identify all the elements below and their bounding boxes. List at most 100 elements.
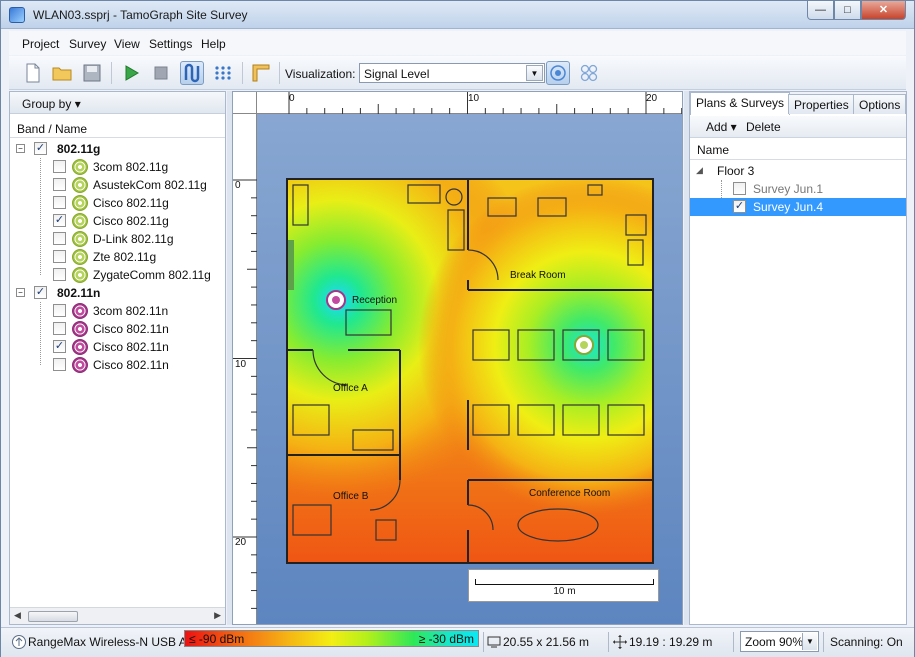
ap-checkbox[interactable] xyxy=(53,178,66,191)
scroll-left-icon[interactable]: ◀ xyxy=(14,610,21,621)
menu-help[interactable]: Help xyxy=(201,37,226,51)
access-point-marker-icon[interactable] xyxy=(574,335,594,355)
map-canvas[interactable]: 0 10 20 0 10 20 Reception Break Room Off… xyxy=(232,91,683,625)
ap-checkbox[interactable] xyxy=(53,196,66,209)
chevron-down-icon[interactable]: ▼ xyxy=(802,633,817,650)
ap-checkbox[interactable] xyxy=(53,304,66,317)
tree-connector xyxy=(40,302,41,365)
tree-item-ap[interactable]: Cisco 802.11n xyxy=(10,320,225,338)
column-header-label: Band / Name xyxy=(17,122,88,136)
window-title: WLAN03.ssprj - TamoGraph Site Survey xyxy=(33,8,248,22)
calibrate-button[interactable] xyxy=(249,61,273,85)
room-label-break-room: Break Room xyxy=(510,270,566,281)
continuous-survey-button[interactable] xyxy=(180,61,204,85)
toolbar-separator xyxy=(242,62,243,84)
tab-plans-surveys[interactable]: Plans & Surveys xyxy=(690,92,791,115)
menu-survey[interactable]: Survey xyxy=(69,37,106,51)
delete-button[interactable]: Delete xyxy=(746,120,781,134)
ap-label: D-Link 802.11g xyxy=(93,232,174,246)
save-icon xyxy=(83,64,101,82)
title-bar[interactable]: WLAN03.ssprj - TamoGraph Site Survey — □… xyxy=(1,1,914,29)
ap-checkbox[interactable] xyxy=(53,160,66,173)
stop-button[interactable] xyxy=(149,61,173,85)
save-button[interactable] xyxy=(80,61,104,85)
add-button[interactable]: Add ▾ xyxy=(706,120,737,134)
new-file-button[interactable] xyxy=(21,61,45,85)
menu-project[interactable]: Project xyxy=(22,37,59,51)
tree-item-ap[interactable]: ✓ Cisco 802.11g xyxy=(10,212,225,230)
ruler-icon xyxy=(252,64,270,82)
floor-plan[interactable]: Reception Break Room Office A Office B C… xyxy=(286,178,654,564)
menu-view[interactable]: View xyxy=(114,37,140,51)
column-header-name[interactable]: Name xyxy=(690,140,906,160)
tree-item-ap[interactable]: Cisco 802.11g xyxy=(10,194,225,212)
status-separator xyxy=(733,632,734,652)
ap-checkbox[interactable] xyxy=(53,232,66,245)
collapse-icon[interactable]: − xyxy=(16,144,25,153)
close-button[interactable]: ✕ xyxy=(861,1,906,20)
scale-indicator: 10 m xyxy=(468,569,659,602)
ap-label: Cisco 802.11n xyxy=(93,340,169,354)
open-folder-button[interactable] xyxy=(50,61,74,85)
menu-settings[interactable]: Settings xyxy=(149,37,192,51)
scroll-right-icon[interactable]: ▶ xyxy=(214,610,221,621)
tree-item-ap[interactable]: Cisco 802.11n xyxy=(10,356,225,374)
group-by-button[interactable]: Group by ▾ xyxy=(10,92,225,114)
tree-item-ap[interactable]: D-Link 802.11g xyxy=(10,230,225,248)
folder-icon xyxy=(52,67,72,81)
chevron-down-icon[interactable]: ▼ xyxy=(526,65,543,81)
collapse-triangle-icon[interactable]: ◢ xyxy=(696,165,703,176)
scrollbar-thumb[interactable] xyxy=(28,611,78,622)
maximize-button[interactable]: □ xyxy=(834,1,861,20)
legend-low-label: ≤ -90 dBm xyxy=(189,632,245,646)
app-icon xyxy=(9,7,25,23)
room-label-office-b: Office B xyxy=(333,491,369,502)
column-header-band-name[interactable]: Band / Name xyxy=(10,118,225,138)
tree-item-floor[interactable]: ◢ Floor 3 xyxy=(690,162,906,180)
room-label-conference: Conference Room xyxy=(529,488,611,499)
tab-properties[interactable]: Properties xyxy=(788,94,855,114)
collapse-icon[interactable]: − xyxy=(16,288,25,297)
tree-item-ap[interactable]: ✓ Cisco 802.11n xyxy=(10,338,225,356)
ap-checkbox[interactable] xyxy=(53,358,66,371)
status-bar: RangeMax Wireless-N USB A ≤ -90 dBm ≥ -3… xyxy=(1,627,914,657)
access-point-icon xyxy=(72,303,88,319)
tree-group-0[interactable]: − ✓ 802.11g xyxy=(10,140,225,158)
ap-label: Cisco 802.11g xyxy=(93,196,169,210)
adapter-icon xyxy=(12,635,26,649)
survey-checkbox[interactable]: ✓ xyxy=(733,200,746,213)
access-point-icon xyxy=(72,321,88,337)
group-checkbox[interactable]: ✓ xyxy=(34,286,47,299)
ap-checkbox[interactable] xyxy=(53,268,66,281)
ap-checkbox[interactable]: ✓ xyxy=(53,340,66,353)
tree-item-ap[interactable]: ZygateComm 802.11g xyxy=(10,266,225,284)
access-point-icon xyxy=(72,195,88,211)
tree-item-ap[interactable]: 3com 802.11g xyxy=(10,158,225,176)
zoom-select[interactable]: Zoom 90% ▼ xyxy=(740,631,819,652)
signal-legend: ≤ -90 dBm ≥ -30 dBm xyxy=(184,630,479,647)
tree-item-ap[interactable]: Zte 802.11g xyxy=(10,248,225,266)
crosshair-icon xyxy=(613,635,627,649)
survey-checkbox[interactable] xyxy=(733,182,746,195)
ap-checkbox[interactable] xyxy=(53,322,66,335)
tree-item-survey[interactable]: ✓ Survey Jun.4 xyxy=(690,198,906,216)
start-button[interactable] xyxy=(119,61,143,85)
tree-item-survey[interactable]: Survey Jun.1 xyxy=(690,180,906,198)
minimize-button[interactable]: — xyxy=(807,1,834,20)
tree-item-ap[interactable]: 3com 802.11n xyxy=(10,302,225,320)
tree-item-ap[interactable]: AsustekCom 802.11g xyxy=(10,176,225,194)
stop-and-go-button[interactable] xyxy=(211,61,235,85)
dots-path-icon xyxy=(215,66,231,80)
access-point-marker-icon[interactable] xyxy=(326,290,346,310)
ap-label: Cisco 802.11g xyxy=(93,214,169,228)
ap-checkbox[interactable]: ✓ xyxy=(53,214,66,227)
group-checkbox[interactable]: ✓ xyxy=(34,142,47,155)
ap-checkbox[interactable] xyxy=(53,250,66,263)
horizontal-scrollbar[interactable]: ◀ ▶ xyxy=(10,607,225,624)
tree-group-1[interactable]: − ✓ 802.11n xyxy=(10,284,225,302)
visualization-select[interactable]: Signal Level ▼ xyxy=(359,63,545,83)
tab-options[interactable]: Options xyxy=(853,94,907,114)
ruler-left-label: 10 xyxy=(235,359,247,370)
visualization-ap-button[interactable] xyxy=(546,61,570,85)
visualization-points-button[interactable] xyxy=(577,61,601,85)
